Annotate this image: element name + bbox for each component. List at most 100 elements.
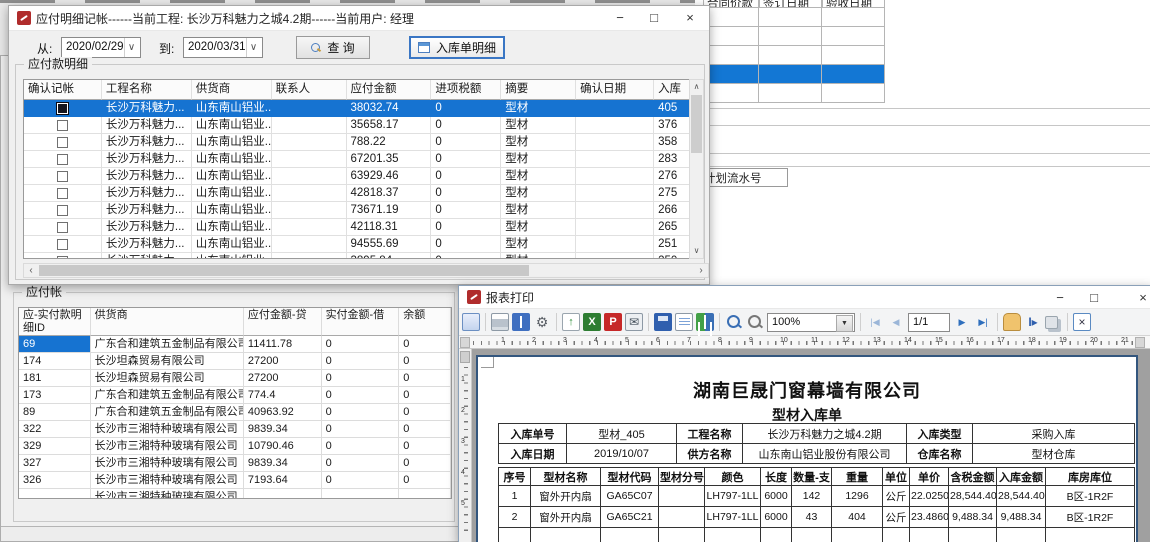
cell[interactable] [576, 134, 654, 151]
cell[interactable]: 0 [322, 336, 400, 353]
nav-last-icon[interactable]: ▶| [974, 313, 992, 331]
checkbox-cell[interactable] [24, 236, 102, 253]
zoom-level-select[interactable]: 100% [767, 313, 855, 332]
table-row[interactable]: 181长沙坦森贸易有限公司2720000 [19, 370, 451, 387]
column-header[interactable]: 供货商 [91, 308, 244, 336]
cell[interactable] [19, 489, 91, 499]
cell[interactable]: 69 [19, 336, 91, 353]
cell[interactable]: 40963.92 [244, 404, 322, 421]
cell[interactable] [576, 100, 654, 117]
cell[interactable]: 山东南山铝业... [192, 117, 272, 134]
column-header[interactable]: 入库 [654, 80, 694, 100]
cell[interactable]: 42118.31 [347, 219, 432, 236]
scroll-thumb[interactable] [39, 265, 529, 276]
cell[interactable]: 0 [322, 438, 400, 455]
cell[interactable] [759, 65, 822, 84]
cell[interactable]: 11411.78 [244, 336, 322, 353]
close-icon[interactable]: × [1126, 286, 1150, 309]
cell[interactable]: 型材 [501, 253, 576, 259]
cell[interactable]: 0 [431, 236, 501, 253]
table-row[interactable]: 长沙万科魅力...山东南山铝业...35658.170型材376 [24, 117, 694, 134]
cell[interactable]: 0 [399, 472, 451, 489]
save-icon[interactable] [654, 313, 672, 331]
cell[interactable] [272, 219, 347, 236]
cell[interactable] [399, 489, 451, 499]
checkbox-cell[interactable] [24, 151, 102, 168]
checkbox-cell[interactable] [24, 202, 102, 219]
column-header[interactable]: 应付金额 [347, 80, 432, 100]
confirm-checkbox[interactable] [57, 154, 68, 165]
minimize-icon[interactable]: − [1043, 286, 1077, 309]
cell[interactable]: 89 [19, 404, 91, 421]
zoom-in-icon[interactable] [725, 313, 743, 331]
cell[interactable]: 358 [654, 134, 694, 151]
cell[interactable]: 275 [654, 185, 694, 202]
cell[interactable]: 329 [19, 438, 91, 455]
cell[interactable] [272, 236, 347, 253]
print-icon[interactable] [491, 313, 509, 331]
cell[interactable]: 山东南山铝业... [192, 219, 272, 236]
table-row[interactable]: 174长沙坦森贸易有限公司2720000 [19, 353, 451, 370]
cell[interactable]: 67201.35 [347, 151, 432, 168]
pdf-icon[interactable]: P [604, 313, 622, 331]
plan-serial-field[interactable]: 计划流水号 [700, 168, 788, 187]
table-row[interactable]: 327长沙市三湘特种玻璃有限公司9839.3400 [19, 455, 451, 472]
cell[interactable]: 山东南山铝业... [192, 236, 272, 253]
cell[interactable]: 0 [322, 404, 400, 421]
cell[interactable]: 型材 [501, 202, 576, 219]
cell[interactable]: 长沙万科魅力... [102, 134, 192, 151]
cell[interactable]: 山东南山铝业... [192, 100, 272, 117]
cell[interactable]: 0 [322, 421, 400, 438]
cell[interactable] [759, 8, 822, 27]
cell[interactable] [822, 84, 885, 103]
cell[interactable] [576, 202, 654, 219]
table-row[interactable]: 326长沙市三湘特种玻璃有限公司7193.6400 [19, 472, 451, 489]
cell[interactable]: 27200 [244, 353, 322, 370]
vertical-scrollbar[interactable]: ∧ ∨ [689, 79, 704, 259]
column-header[interactable]: 合同价款 [703, 0, 759, 8]
cell[interactable]: 7193.64 [244, 472, 322, 489]
checkbox-cell[interactable] [24, 185, 102, 202]
column-header[interactable]: 应付金额-贷 [244, 308, 322, 336]
cell[interactable]: 长沙万科魅力... [102, 219, 192, 236]
cell[interactable]: 276 [654, 168, 694, 185]
column-header[interactable]: 工程名称 [102, 80, 192, 100]
cell[interactable]: 0 [431, 219, 501, 236]
cell[interactable] [759, 27, 822, 46]
cell[interactable] [703, 27, 759, 46]
detail-titlebar[interactable]: 应付明细记帐------当前工程: 长沙万科魅力之城4.2期------当前用户… [9, 6, 709, 31]
cell[interactable]: 35658.17 [347, 117, 432, 134]
cell[interactable]: 326 [19, 472, 91, 489]
cell[interactable] [822, 27, 885, 46]
cell[interactable]: 42818.37 [347, 185, 432, 202]
cell[interactable]: 266 [654, 202, 694, 219]
page-number-input[interactable]: 1/1 [908, 313, 950, 332]
cell[interactable]: 广东合和建筑五金制品有限公司 [91, 336, 244, 353]
cell[interactable]: 山东南山铝业... [192, 202, 272, 219]
column-header[interactable]: 应-实付款明细ID [19, 308, 91, 336]
column-header[interactable]: 余额 [399, 308, 451, 336]
cell[interactable] [272, 100, 347, 117]
cell[interactable]: 250 [654, 253, 694, 259]
cell[interactable]: 0 [431, 168, 501, 185]
cell[interactable]: 0 [431, 151, 501, 168]
cell[interactable] [576, 236, 654, 253]
scroll-left-icon[interactable]: ‹ [24, 264, 38, 277]
cell[interactable] [576, 117, 654, 134]
query-button[interactable]: 查 询 [296, 36, 370, 59]
cell[interactable] [272, 202, 347, 219]
checkbox-cell[interactable] [24, 219, 102, 236]
cell[interactable]: 山东南山铝业... [192, 134, 272, 151]
cell[interactable]: 长沙市三湘特种玻璃有限公司 [91, 438, 244, 455]
checkbox-cell[interactable] [24, 253, 102, 259]
nav-prev-icon[interactable]: ◀ [887, 313, 905, 331]
cell[interactable] [272, 134, 347, 151]
cell[interactable] [759, 84, 822, 103]
table-row[interactable]: 长沙万科魅力...山东南山铝业...67201.350型材283 [24, 151, 694, 168]
from-date-select[interactable]: 2020/02/29 [61, 37, 141, 58]
cell[interactable]: 774.4 [244, 387, 322, 404]
checkbox-cell[interactable] [24, 117, 102, 134]
cell[interactable]: 376 [654, 117, 694, 134]
cell[interactable] [703, 84, 759, 103]
cell[interactable]: 长沙万科魅力... [102, 168, 192, 185]
